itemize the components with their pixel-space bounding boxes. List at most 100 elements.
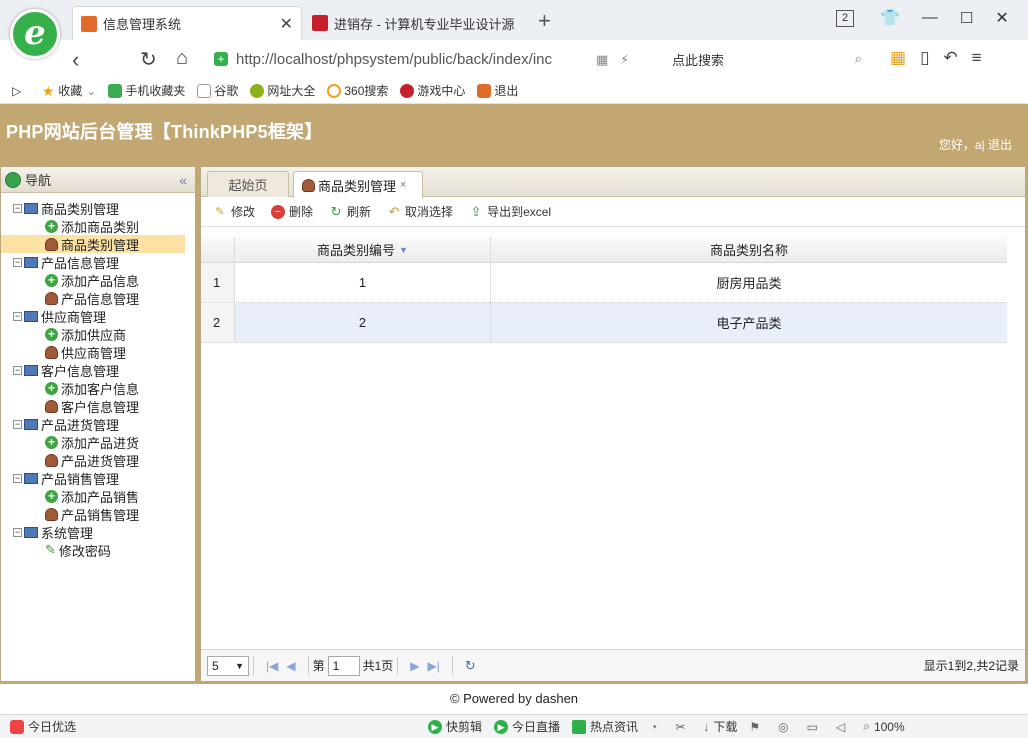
column-header-id[interactable]: 商品类别编号 ▼ (235, 237, 491, 262)
skin-icon[interactable]: 👕 (880, 8, 900, 28)
refresh-button[interactable]: ↻ 刷新 (329, 203, 371, 220)
sidebar-item-3-1[interactable]: 客户信息管理 (1, 397, 195, 415)
sidebar-group-1[interactable]: − 产品信息管理 (1, 253, 195, 271)
close-window-icon[interactable]: ✕ (995, 8, 1008, 28)
export-icon: ⇪ (470, 203, 482, 219)
browser-tab-title: 进销存 - 计算机专业毕业设计源 (334, 16, 515, 32)
phone-icon[interactable]: ▯ (920, 48, 929, 68)
reload-icon[interactable]: ↻ (465, 658, 476, 674)
bookmark-360search[interactable]: 360搜索 (327, 82, 388, 99)
collapse-icon[interactable]: « (179, 172, 187, 188)
window-count-badge[interactable]: 2 (836, 9, 854, 27)
user-greeting-logout[interactable]: 您好，a| 退出 (939, 136, 1012, 153)
page-number-input[interactable]: 1 (327, 655, 360, 676)
menu-icon[interactable]: ≡ (972, 48, 982, 68)
refresh-page-icon[interactable]: ↻ (140, 47, 157, 72)
delete-button[interactable]: − 删除 (271, 203, 313, 220)
back-icon[interactable]: ‹ (72, 47, 79, 73)
last-page-icon[interactable]: ▶| (428, 659, 440, 673)
status-item-live[interactable]: ▶ 今日直播 (494, 718, 560, 735)
sidebar-group-6[interactable]: − 系统管理 (1, 523, 195, 541)
sidebar-group-3[interactable]: − 客户信息管理 (1, 361, 195, 379)
bookmark-favorites[interactable]: ★ 收藏 ⌄ (41, 82, 96, 99)
undo-icon: ↶ (388, 203, 400, 219)
edit-button[interactable]: ✎ 修改 (213, 203, 255, 220)
apps-icon[interactable]: ▦ (890, 48, 906, 68)
bookmark-exit[interactable]: 退出 (477, 82, 518, 99)
bookmark-games[interactable]: 游戏中心 (400, 82, 465, 99)
sidebar-group-4[interactable]: − 产品进货管理 (1, 415, 195, 433)
sidebar-item-3-0[interactable]: + 添加客户信息 (1, 379, 195, 397)
sidebar-item-1-0[interactable]: + 添加产品信息 (1, 271, 195, 289)
search-field[interactable]: 点此搜索 ⌕ (672, 46, 862, 72)
sidebar-item-4-0[interactable]: + 添加产品进货 (1, 433, 195, 451)
sidebar-item-0-0[interactable]: + 添加商品类别 (1, 217, 195, 235)
minimize-icon[interactable]: — (922, 9, 938, 27)
next-page-icon[interactable]: ▶ (410, 659, 419, 673)
status-item-news[interactable]: 热点资讯 (572, 718, 638, 735)
sidebar-item-1-1[interactable]: 产品信息管理 (1, 289, 195, 307)
sidebar-item-4-1[interactable]: 产品进货管理 (1, 451, 195, 469)
collapse-toggle-icon[interactable]: − (13, 527, 22, 537)
maximize-icon[interactable]: ☐ (960, 9, 973, 27)
search-icon[interactable]: ⌕ (855, 51, 862, 67)
sidebar-item-2-1[interactable]: 供应商管理 (1, 343, 195, 361)
bookmark-google[interactable]: 谷歌 (197, 82, 238, 99)
collapse-toggle-icon[interactable]: − (13, 473, 22, 483)
cancel-select-button[interactable]: ↶ 取消选择 (387, 203, 453, 220)
table-row[interactable]: 2 2 电子产品类 (201, 303, 1007, 343)
collapse-toggle-icon[interactable]: − (13, 365, 22, 375)
browser-logo-icon[interactable]: e (10, 9, 60, 59)
sidebar-group-label: 产品销售管理 (41, 471, 120, 487)
bookmark-sites[interactable]: 网址大全 (250, 82, 315, 99)
collapse-toggle-icon[interactable]: − (13, 203, 22, 213)
sidebar-item-6-0[interactable]: ✎ 修改密码 (1, 541, 195, 559)
collapse-toggle-icon[interactable]: − (13, 419, 22, 429)
status-item-zoom[interactable]: ⌕ 100% (863, 719, 904, 734)
new-tab-icon[interactable]: + (538, 8, 551, 34)
status-item-download[interactable]: ↓ 下载 (703, 718, 737, 735)
lightning-icon[interactable]: ⚡ (620, 52, 629, 68)
sidebar-item-2-0[interactable]: + 添加供应商 (1, 325, 195, 343)
home-icon[interactable]: ⌂ (176, 47, 188, 70)
sound-icon[interactable]: ◁ (836, 720, 845, 734)
sidebar-item-5-0[interactable]: + 添加产品销售 (1, 487, 195, 505)
status-label: 下载 (713, 720, 738, 734)
first-page-icon[interactable]: |◀ (266, 659, 278, 673)
sidebar-item-0-1[interactable]: 商品类别管理 (1, 235, 185, 253)
add-icon: + (45, 219, 58, 233)
export-excel-button[interactable]: ⇪ 导出到excel (469, 203, 551, 220)
speed-icon[interactable]: ◔ (650, 720, 657, 734)
bookmark-mobile[interactable]: 手机收藏夹 (108, 82, 185, 99)
collapse-toggle-icon[interactable]: − (13, 257, 22, 267)
browser-tab-active[interactable]: 信息管理系统 ✕ (72, 6, 302, 40)
column-header-name[interactable]: 商品类别名称 (491, 237, 1007, 262)
tab-start-page[interactable]: 起始页 (207, 171, 289, 197)
admin-page: PHP网站后台管理【ThinkPHP5框架】 您好，a| 退出 导航 « − 商品… (0, 104, 1028, 684)
browser-tab-inactive[interactable]: 进销存 - 计算机专业毕业设计源 (304, 6, 534, 40)
collapse-toggle-icon[interactable]: − (13, 311, 22, 321)
status-item-daily-pick[interactable]: 今日优选 (10, 718, 76, 735)
sidebar-group-5[interactable]: − 产品销售管理 (1, 469, 195, 487)
undo-icon[interactable]: ↶ (943, 48, 957, 68)
close-tab-icon[interactable]: × (400, 179, 406, 191)
table-row[interactable]: 1 1 厨房用品类 (201, 263, 1007, 303)
url-field[interactable]: + http://localhost/phpsystem/public/back… (214, 46, 662, 72)
tab-category-manage[interactable]: 商品类别管理 × (293, 171, 423, 198)
sidebar-item-label: 添加供应商 (61, 327, 127, 343)
secure-shield-icon: + (214, 52, 228, 66)
browser-icon[interactable]: ◎ (778, 720, 788, 734)
clean-icon[interactable]: ✂ (675, 720, 685, 734)
sidebar-item-5-1[interactable]: 产品销售管理 (1, 505, 195, 523)
flag-icon[interactable]: ⚑ (749, 720, 760, 734)
close-tab-icon[interactable]: ✕ (280, 14, 293, 34)
page-size-select[interactable]: 5 ▼ (207, 655, 249, 676)
status-item-quick-clip[interactable]: ▶ 快剪辑 (428, 718, 482, 735)
sidebar-group-0[interactable]: − 商品类别管理 (1, 199, 195, 217)
window-icon[interactable]: ▭ (807, 720, 818, 734)
sidebar-toggle-icon[interactable]: ▷ (12, 84, 21, 98)
address-bar: ‹ ↻ ⌂ + http://localhost/phpsystem/publi… (0, 40, 1028, 78)
sidebar-group-2[interactable]: − 供应商管理 (1, 307, 195, 325)
qr-icon[interactable]: ▦ (596, 52, 608, 68)
prev-page-icon[interactable]: ◀ (286, 659, 295, 673)
